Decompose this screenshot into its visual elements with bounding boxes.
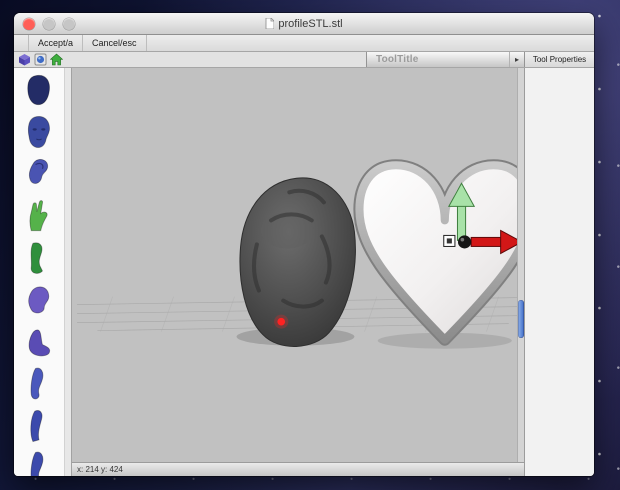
home-icon[interactable] xyxy=(50,53,63,66)
disclosure-arrow-icon[interactable]: ▸ xyxy=(509,52,524,67)
viewport-scrollbar-thumb[interactable] xyxy=(518,300,524,338)
mesh-head[interactable] xyxy=(239,177,356,347)
zoom-button[interactable] xyxy=(63,17,75,30)
minimize-button[interactable] xyxy=(43,17,55,30)
sidebar-item-limb[interactable] xyxy=(17,448,61,476)
sidebar-item-head-back[interactable] xyxy=(17,70,61,110)
sidebar-item-arm[interactable] xyxy=(17,406,61,446)
window-controls xyxy=(23,17,75,30)
sidebar-item-foot[interactable] xyxy=(17,322,61,362)
part-library-sidebar xyxy=(14,68,72,476)
action-bar: Accept/a Cancel/esc xyxy=(14,35,594,52)
hand-thumbnail xyxy=(29,200,48,232)
tool-properties-tab[interactable]: Tool Properties xyxy=(524,52,594,67)
view-icons xyxy=(14,52,63,67)
leg-thumbnail xyxy=(30,367,44,400)
cancel-button[interactable]: Cancel/esc xyxy=(82,35,147,51)
part-thumbnails xyxy=(14,68,64,476)
limb-thumbnail xyxy=(30,451,44,476)
close-button[interactable] xyxy=(23,17,35,30)
pivot-handle[interactable] xyxy=(457,235,472,249)
sidebar-item-hand[interactable] xyxy=(17,196,61,236)
head-back-thumbnail xyxy=(27,74,50,106)
heart-model[interactable] xyxy=(353,159,524,346)
cursor-coordinates: x: 214 y: 424 xyxy=(77,465,123,474)
tool-title-label: ToolTitle xyxy=(376,54,419,65)
title-bar[interactable]: profileSTL.stl xyxy=(14,13,594,35)
arm-thumbnail xyxy=(30,410,43,443)
torso-thumbnail xyxy=(28,286,50,314)
viewport-3d-scene xyxy=(77,159,524,349)
sidebar-item-foot-green[interactable] xyxy=(17,238,61,278)
foot-green-thumbnail xyxy=(30,242,43,274)
main-content: x: 214 y: 424 xyxy=(14,68,594,476)
ear-thumbnail xyxy=(28,159,49,184)
face-thumbnail xyxy=(27,116,50,148)
viewport[interactable] xyxy=(72,68,524,462)
window-title: profileSTL.stl xyxy=(278,17,343,30)
document-icon xyxy=(265,18,275,29)
sidebar-item-face[interactable] xyxy=(17,112,61,152)
viewport-column: x: 214 y: 424 xyxy=(72,68,524,476)
foot-thumbnail xyxy=(28,329,51,357)
pivot-cube-icon[interactable] xyxy=(18,53,31,66)
app-window: profileSTL.stl Accept/a Cancel/esc ToolT… xyxy=(14,13,594,476)
tool-title-bar[interactable]: ToolTitle ▸ xyxy=(366,52,524,67)
sidebar-item-torso[interactable] xyxy=(17,280,61,320)
viewport-scrollbar[interactable] xyxy=(517,68,524,462)
accept-button[interactable]: Accept/a xyxy=(28,35,84,51)
window-title-area: profileSTL.stl xyxy=(14,18,594,30)
tool-properties-panel xyxy=(524,68,594,476)
pivot-badge[interactable] xyxy=(443,234,456,247)
landmark-marker xyxy=(274,314,289,329)
sidebar-scrollbar[interactable] xyxy=(64,68,71,476)
sphere-view-icon[interactable] xyxy=(34,53,47,66)
status-bar: x: 214 y: 424 xyxy=(72,462,524,476)
toolbar: ToolTitle ▸ Tool Properties xyxy=(14,52,594,68)
sidebar-item-ear[interactable] xyxy=(17,154,61,194)
sidebar-item-leg[interactable] xyxy=(17,364,61,404)
